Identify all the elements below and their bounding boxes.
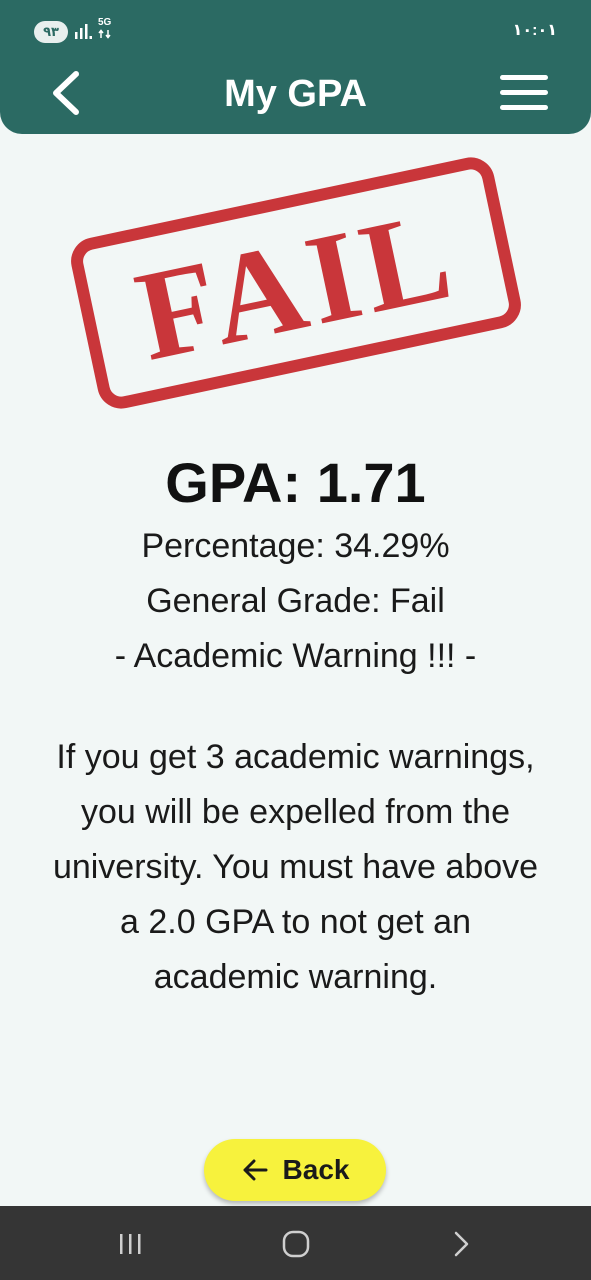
academic-warning-text: - Academic Warning !!! - [114, 637, 477, 675]
chevron-left-icon[interactable] [44, 66, 88, 120]
warning-explanation: If you get 3 academic warnings, you will… [52, 738, 539, 996]
status-bar: ٩٣ 5G ١٠:٠١ [0, 0, 591, 60]
home-icon[interactable] [276, 1224, 316, 1264]
general-grade-text: General Grade: Fail [146, 582, 445, 620]
battery-indicator: ٩٣ [34, 21, 68, 43]
nav-back-icon[interactable] [441, 1224, 481, 1264]
fail-stamp: FAIL [71, 157, 521, 409]
network-type-indicator: 5G [98, 18, 112, 39]
network-type-label: 5G [98, 17, 112, 28]
arrow-left-icon [243, 1159, 268, 1181]
hamburger-menu-icon[interactable] [496, 70, 554, 116]
system-navigation-bar [0, 1206, 591, 1280]
app-header: ٩٣ 5G ١٠:٠١ My GPA [0, 0, 591, 134]
page-title: My GPA [224, 73, 367, 115]
gpa-value: GPA: 1.71 [165, 451, 426, 514]
data-arrows-icon [98, 29, 111, 39]
stamp-text: FAIL [125, 182, 468, 387]
status-clock: ١٠:٠١ [512, 22, 557, 39]
recents-icon[interactable] [110, 1224, 150, 1264]
percentage-text: Percentage: 34.29% [141, 527, 450, 565]
signal-icon [75, 24, 92, 39]
back-button-label: Back [282, 1154, 350, 1185]
back-button[interactable]: Back [204, 1139, 386, 1201]
